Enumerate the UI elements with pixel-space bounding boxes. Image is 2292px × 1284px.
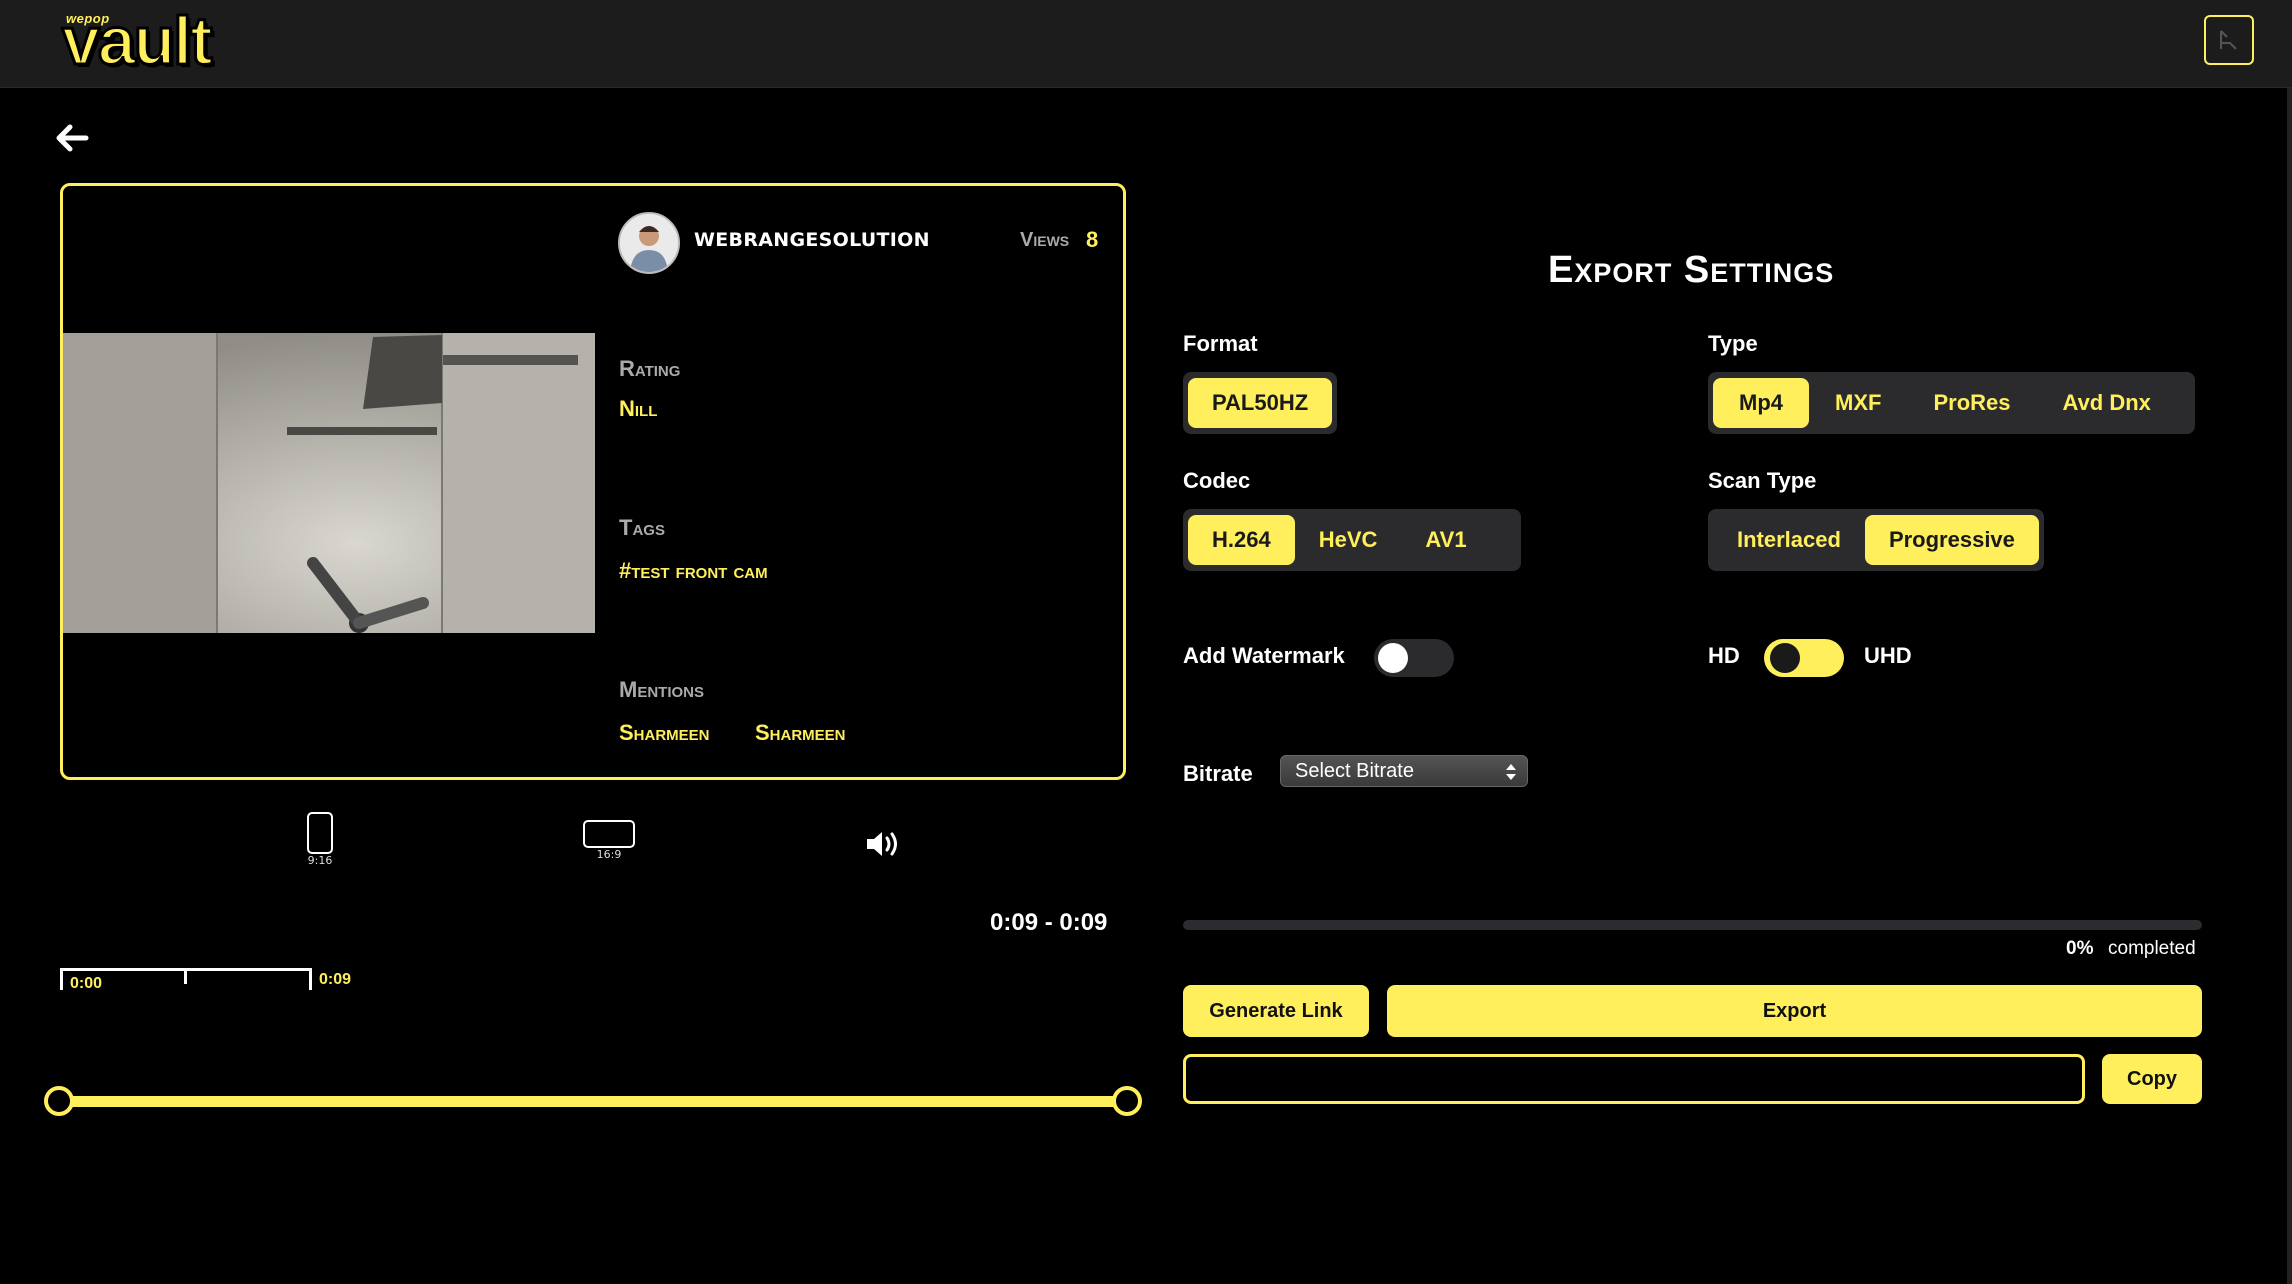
user-photo	[620, 214, 678, 272]
ruler-tick	[184, 968, 187, 984]
codec-label: Codec	[1183, 468, 1251, 493]
export-settings-title: Export Settings	[1548, 249, 1835, 291]
tags-label: Tags	[619, 515, 665, 540]
bitrate-select[interactable]: Select Bitrate	[1280, 755, 1528, 787]
back-button[interactable]	[52, 118, 92, 158]
timecode: 0:09 - 0:09	[990, 909, 1108, 936]
type-option-mp4[interactable]: Mp4	[1713, 378, 1809, 428]
tag-item[interactable]: #test front cam	[619, 558, 768, 584]
codec-option-hevc[interactable]: HeVC	[1295, 515, 1402, 565]
wepop-logo-text: wepop	[66, 11, 110, 26]
codec-selector: H.264 HeVC AV1	[1183, 509, 1521, 571]
scan-option-interlaced[interactable]: Interlaced	[1713, 515, 1865, 565]
hd-label: HD	[1708, 643, 1740, 668]
rating-label: Rating	[619, 356, 681, 381]
views-label: Views	[1020, 229, 1070, 251]
select-arrows-icon	[1506, 764, 1516, 780]
scan-type-selector: Interlaced Progressive	[1708, 509, 2044, 571]
aspect-portrait-label: 9:16	[307, 854, 333, 867]
toggle-knob	[1378, 643, 1408, 673]
video-preview[interactable]	[63, 333, 595, 633]
progress-percent: 0%	[2066, 938, 2094, 959]
arrow-left-icon	[56, 124, 89, 152]
views-count: 8	[1086, 227, 1099, 252]
trim-end-handle[interactable]	[1112, 1086, 1142, 1116]
generated-link-field[interactable]	[1183, 1054, 2085, 1104]
ruler-end-time: 0:09	[319, 971, 352, 988]
trim-slider-track[interactable]	[60, 1096, 1128, 1107]
mention-item[interactable]: Sharmeen	[755, 720, 846, 746]
page-scrollbar[interactable]	[2287, 88, 2292, 1284]
type-selector: Mp4 MXF ProRes Avd Dnx	[1708, 372, 2195, 434]
scan-type-label: Scan Type	[1708, 468, 1817, 493]
type-label: Type	[1708, 331, 1758, 356]
generate-link-button[interactable]: Generate Link	[1183, 985, 1369, 1037]
user-icon	[2220, 30, 2237, 50]
top-header	[0, 0, 2292, 88]
codec-option-av1[interactable]: AV1	[1401, 515, 1490, 565]
phone-landscape-icon	[583, 820, 635, 848]
video-frame-image	[63, 333, 595, 633]
rating-value: Nill	[619, 396, 658, 421]
copy-button[interactable]: Copy	[2102, 1054, 2202, 1104]
codec-option-h264[interactable]: H.264	[1188, 515, 1295, 565]
trim-start-handle[interactable]	[44, 1086, 74, 1116]
bitrate-select-value: Select Bitrate	[1295, 760, 1414, 782]
aspect-landscape-button[interactable]: 16:9	[582, 820, 636, 861]
resolution-toggle[interactable]	[1764, 639, 1844, 677]
scan-option-progressive[interactable]: Progressive	[1864, 515, 2039, 565]
type-option-avd-dnx[interactable]: Avd Dnx	[2037, 378, 2177, 428]
aspect-portrait-button[interactable]: 9:16	[300, 812, 340, 867]
uhd-label: UHD	[1864, 643, 1912, 668]
watermark-label: Add Watermark	[1183, 643, 1345, 668]
aspect-landscape-label: 16:9	[596, 848, 622, 861]
bitrate-label: Bitrate	[1183, 761, 1253, 786]
phone-portrait-icon	[307, 812, 333, 854]
export-progress-bar	[1183, 920, 2202, 930]
toggle-knob	[1770, 643, 1800, 673]
export-button[interactable]: Export	[1387, 985, 2202, 1037]
type-option-prores[interactable]: ProRes	[1907, 378, 2036, 428]
speaker-icon	[867, 832, 897, 856]
username[interactable]: WEBRANGESOLUTION	[694, 229, 930, 251]
type-option-mxf[interactable]: MXF	[1809, 378, 1907, 428]
format-selector: PAL50HZ	[1183, 372, 1338, 434]
mentions-label: Mentions	[619, 677, 704, 702]
format-label: Format	[1183, 331, 1258, 356]
profile-menu-button[interactable]	[2204, 15, 2254, 65]
volume-button[interactable]	[864, 828, 902, 865]
mention-item[interactable]: Sharmeen	[619, 720, 710, 746]
progress-status: completed	[2108, 938, 2196, 959]
avatar[interactable]	[618, 212, 680, 274]
format-option[interactable]: PAL50HZ	[1188, 378, 1333, 428]
ruler-start-time: 0:00	[70, 975, 103, 992]
watermark-toggle[interactable]	[1374, 639, 1454, 677]
